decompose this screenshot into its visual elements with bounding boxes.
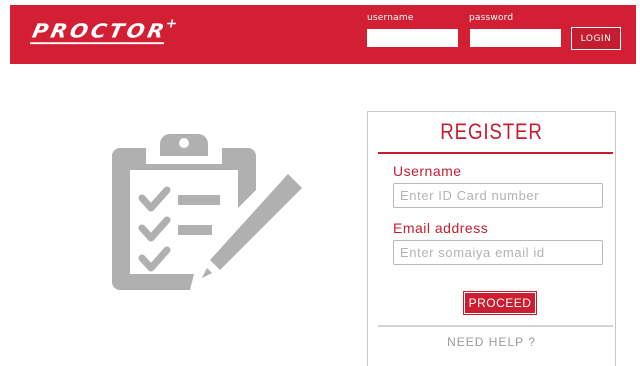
proctor-logo[interactable]: PROCTOR +	[29, 17, 179, 48]
header-password-input[interactable]	[470, 29, 561, 47]
username-label: username	[367, 13, 414, 23]
header-username-input[interactable]	[367, 29, 458, 47]
title-divider	[378, 152, 613, 154]
username-field[interactable]: Enter ID Card number	[393, 183, 603, 208]
need-help-link[interactable]: NEED HELP ?	[368, 335, 615, 349]
proceed-button[interactable]: PROCEED	[464, 292, 536, 314]
email-field-label: Email address	[393, 220, 489, 236]
logo-plus-mark: +	[164, 16, 179, 32]
logo-text: PROCTOR	[29, 20, 170, 45]
clipboard-icon	[112, 134, 256, 290]
password-label: password	[469, 13, 514, 23]
email-field[interactable]: Enter somaiya email id	[393, 240, 603, 265]
clipboard-checklist-pencil-icon	[112, 134, 302, 290]
register-title: REGISTER	[440, 119, 543, 144]
checklist-icon	[138, 186, 171, 272]
username-field-label: Username	[393, 163, 462, 179]
checklist-lines	[178, 195, 220, 235]
login-button[interactable]: LOGIN	[571, 27, 621, 50]
register-card: REGISTER Username Enter ID Card number E…	[367, 111, 616, 366]
top-header-bar: PROCTOR + username password LOGIN	[10, 5, 636, 64]
bottom-divider	[378, 325, 613, 327]
